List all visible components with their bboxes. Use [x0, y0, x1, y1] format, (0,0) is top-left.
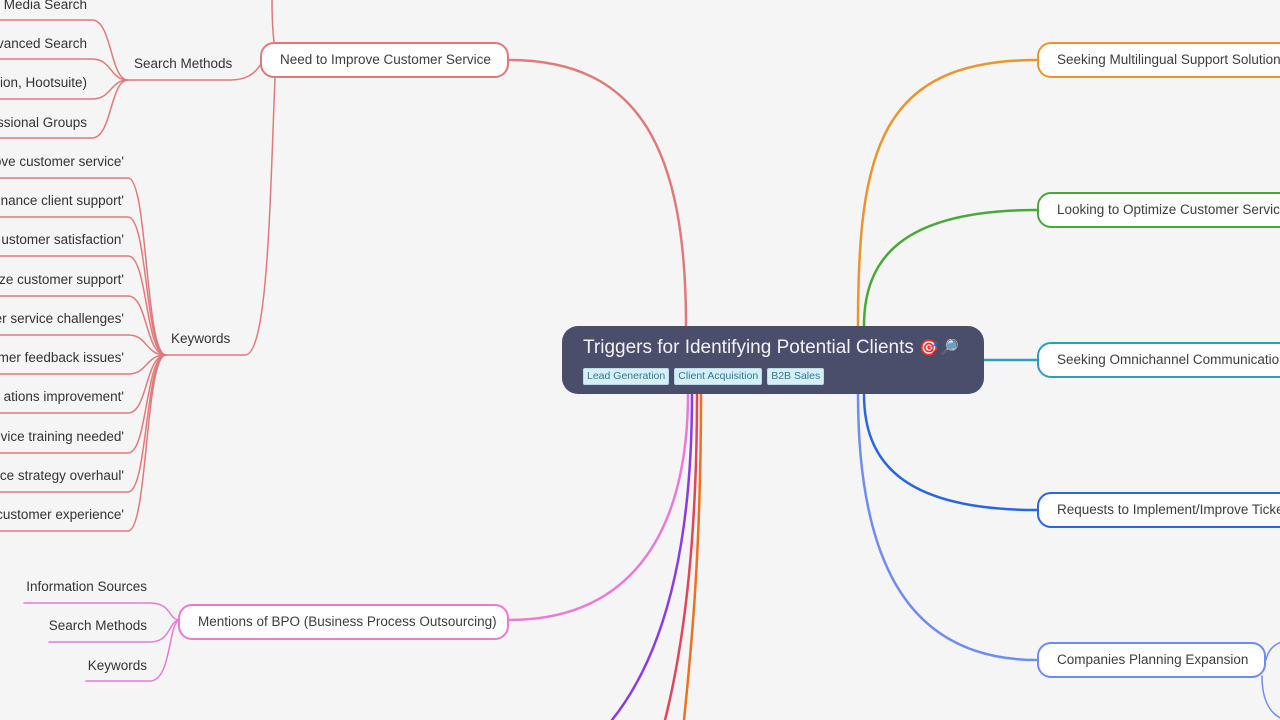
link-root-improve: [507, 58, 688, 328]
link-root-bpo: [507, 392, 690, 622]
node-need-to-improve-customer-service[interactable]: Need to Improve Customer Service: [260, 42, 509, 78]
link-root-ticketing: [862, 392, 1039, 512]
leaf-keyword[interactable]: ove customer service': [0, 153, 124, 171]
link-expansion-child-2: [1261, 675, 1280, 719]
node-label: Mentions of BPO (Business Process Outsou…: [198, 614, 497, 629]
node-label: Seeking Omnichannel Communication: [1057, 352, 1280, 367]
leaf-keyword[interactable]: er service challenges': [0, 310, 124, 328]
leaf-keyword[interactable]: ations improvement': [4, 388, 124, 406]
target-icon: 🎯: [919, 340, 940, 357]
leaf-keywords[interactable]: Keywords: [88, 657, 147, 675]
root-title-text: Triggers for Identifying Potential Clien…: [583, 337, 914, 358]
leaf-search-methods[interactable]: Search Methods: [49, 617, 147, 635]
link-root-offscreen-1: [610, 392, 694, 720]
root-tags: Lead Generation Client Acquisition B2B S…: [583, 368, 964, 385]
leaf-keyword[interactable]: ze customer support': [0, 271, 124, 289]
link-expansion-child-1: [1265, 641, 1280, 661]
leaf-keyword[interactable]: mer feedback issues': [0, 349, 124, 367]
leaf-keyword[interactable]: vice training needed': [1, 428, 124, 446]
leaf-keyword[interactable]: customer experience': [0, 506, 124, 524]
node-label: Seeking Multilingual Support Solution: [1057, 52, 1280, 67]
node-label: Companies Planning Expansion: [1057, 652, 1249, 667]
leaf-social-media-search[interactable]: l Media Search: [0, 0, 87, 14]
node-label: Need to Improve Customer Service: [280, 52, 491, 67]
node-seeking-multilingual-support[interactable]: Seeking Multilingual Support Solution: [1037, 42, 1280, 78]
node-optimize-customer-service[interactable]: Looking to Optimize Customer Service: [1037, 192, 1280, 228]
tag-client-acquisition[interactable]: Client Acquisition: [674, 368, 763, 385]
node-mentions-of-bpo[interactable]: Mentions of BPO (Business Process Outsou…: [178, 604, 509, 640]
leaf-advanced-search[interactable]: vanced Search: [0, 35, 87, 53]
node-search-methods[interactable]: Search Methods: [134, 55, 232, 73]
leaf-keyword[interactable]: ce strategy overhaul': [0, 467, 124, 485]
root-node[interactable]: Triggers for Identifying Potential Clien…: [562, 326, 984, 394]
node-keywords[interactable]: Keywords: [171, 330, 230, 348]
mindmap-canvas[interactable]: Triggers for Identifying Potential Clien…: [0, 0, 1280, 720]
link-root-optimize: [862, 208, 1039, 328]
link-improve-offscreen: [271, 0, 275, 43]
link-improve-keywords: [165, 77, 276, 356]
tag-b2b-sales[interactable]: B2B Sales: [767, 368, 825, 385]
node-ticketing-requests[interactable]: Requests to Implement/Improve Ticke: [1037, 492, 1280, 528]
leaf-social-tools[interactable]: ion, Hootsuite): [0, 74, 87, 92]
tag-lead-generation[interactable]: Lead Generation: [583, 368, 670, 385]
node-label: Looking to Optimize Customer Service: [1057, 202, 1280, 217]
link-root-expansion: [856, 392, 1039, 662]
leaf-keyword[interactable]: nance client support': [1, 192, 124, 210]
node-seeking-omnichannel[interactable]: Seeking Omnichannel Communication: [1037, 342, 1280, 378]
link-root-multilingual: [856, 58, 1039, 328]
node-companies-planning-expansion[interactable]: Companies Planning Expansion: [1037, 642, 1266, 678]
leaf-information-sources[interactable]: Information Sources: [26, 578, 147, 596]
magnifier-icon: 🔎: [939, 340, 960, 357]
leaf-professional-groups[interactable]: ssional Groups: [0, 114, 87, 132]
root-title: Triggers for Identifying Potential Clien…: [583, 336, 964, 361]
node-label: Requests to Implement/Improve Ticke: [1057, 502, 1280, 517]
leaf-keyword[interactable]: ustomer satisfaction': [1, 231, 124, 249]
